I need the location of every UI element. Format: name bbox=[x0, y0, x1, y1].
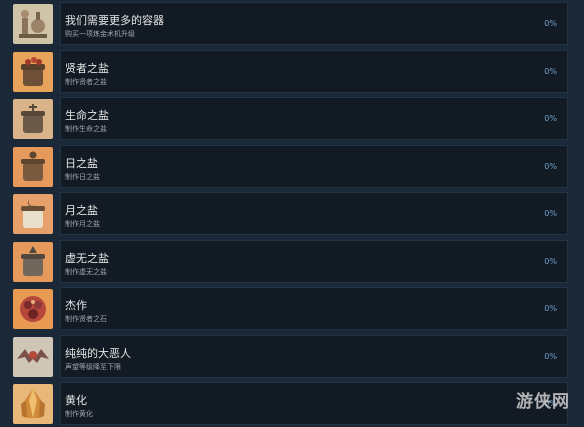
philosopher-stone-icon bbox=[13, 289, 53, 329]
achievement-bar: 纯纯的大恶人 声望等级降至下限 0% bbox=[60, 335, 568, 378]
achievement-description: 制作贤者之盐 bbox=[65, 78, 107, 86]
demon-bat-icon bbox=[13, 337, 53, 377]
achievement-description: 声望等级降至下限 bbox=[65, 363, 121, 371]
achievement-title: 虚无之盐 bbox=[65, 252, 109, 265]
achievement-bar: 生命之盐 制作生命之盐 0% bbox=[60, 97, 568, 140]
achievement-title: 我们需要更多的容器 bbox=[65, 14, 164, 27]
achievement-description: 制作月之盐 bbox=[65, 220, 100, 228]
achievement-row[interactable]: 杰作 制作贤者之石 0% bbox=[0, 285, 584, 332]
achievement-title: 黄化 bbox=[65, 394, 87, 407]
achievement-title: 贤者之盐 bbox=[65, 62, 109, 75]
achievement-progress: 0% bbox=[544, 162, 557, 171]
sage-salt-jar-icon bbox=[13, 52, 53, 92]
site-watermark: 游侠网 bbox=[516, 392, 570, 412]
achievement-bar: 黄化 制作黄化 0% bbox=[60, 382, 568, 425]
sun-salt-jar-icon bbox=[13, 147, 53, 187]
achievement-row[interactable]: 日之盐 制作日之盐 0% bbox=[0, 143, 584, 190]
achievement-progress: 0% bbox=[544, 209, 557, 218]
achievement-bar: 日之盐 制作日之盐 0% bbox=[60, 145, 568, 188]
achievement-row[interactable]: 生命之盐 制作生命之盐 0% bbox=[0, 95, 584, 142]
moon-salt-jar-icon bbox=[13, 194, 53, 234]
achievement-description: 制作生命之盐 bbox=[65, 125, 107, 133]
achievement-progress: 0% bbox=[544, 114, 557, 123]
achievement-bar: 我们需要更多的容器 购买一项炼金术机升级 0% bbox=[60, 2, 568, 45]
achievement-description: 购买一项炼金术机升级 bbox=[65, 30, 135, 38]
achievement-description: 制作贤者之石 bbox=[65, 315, 107, 323]
achievement-row[interactable]: 虚无之盐 制作虚无之盐 0% bbox=[0, 238, 584, 285]
achievement-row[interactable]: 黄化 制作黄化 0% bbox=[0, 380, 584, 427]
achievement-progress: 0% bbox=[544, 352, 557, 361]
achievement-description: 制作日之盐 bbox=[65, 173, 100, 181]
alchemy-apparatus-icon bbox=[13, 4, 53, 44]
achievement-row[interactable]: 月之盐 制作月之盐 0% bbox=[0, 190, 584, 237]
achievement-bar: 虚无之盐 制作虚无之盐 0% bbox=[60, 240, 568, 283]
achievement-title: 日之盐 bbox=[65, 157, 98, 170]
achievement-row[interactable]: 贤者之盐 制作贤者之盐 0% bbox=[0, 48, 584, 95]
achievement-description: 制作虚无之盐 bbox=[65, 268, 107, 276]
achievement-bar: 贤者之盐 制作贤者之盐 0% bbox=[60, 50, 568, 93]
achievement-row[interactable]: 我们需要更多的容器 购买一项炼金术机升级 0% bbox=[0, 0, 584, 47]
achievement-row[interactable]: 纯纯的大恶人 声望等级降至下限 0% bbox=[0, 333, 584, 380]
achievement-description: 制作黄化 bbox=[65, 410, 93, 418]
achievement-progress: 0% bbox=[544, 19, 557, 28]
achievement-title: 杰作 bbox=[65, 299, 87, 312]
void-salt-jar-icon bbox=[13, 242, 53, 282]
life-salt-jar-icon bbox=[13, 99, 53, 139]
golden-crystal-icon bbox=[13, 384, 53, 424]
achievement-title: 生命之盐 bbox=[65, 109, 109, 122]
achievement-title: 纯纯的大恶人 bbox=[65, 347, 131, 360]
achievement-title: 月之盐 bbox=[65, 204, 98, 217]
achievement-bar: 月之盐 制作月之盐 0% bbox=[60, 192, 568, 235]
achievement-progress: 0% bbox=[544, 304, 557, 313]
achievement-progress: 0% bbox=[544, 257, 557, 266]
achievement-bar: 杰作 制作贤者之石 0% bbox=[60, 287, 568, 330]
achievement-progress: 0% bbox=[544, 67, 557, 76]
